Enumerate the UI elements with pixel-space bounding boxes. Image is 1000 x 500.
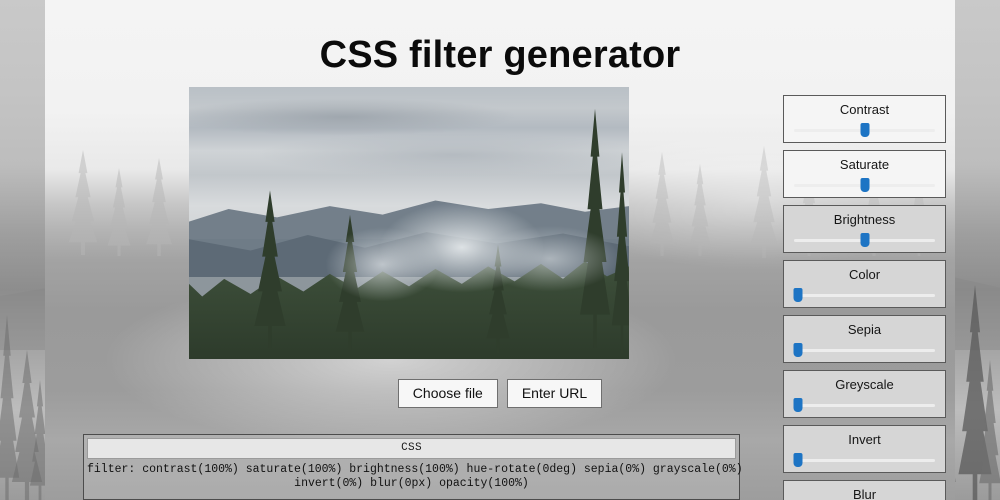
slider-thumb[interactable] [860,233,869,247]
slider-panel-contrast[interactable]: Contrast [783,95,946,143]
slider-thumb[interactable] [793,288,803,302]
slider-thumb[interactable] [860,123,869,137]
slider-label: Blur [852,487,877,500]
enter-url-button[interactable]: Enter URL [506,379,603,408]
slider-track[interactable] [794,404,935,407]
slider-panel-brightness[interactable]: Brightness [783,205,946,253]
slider-track-wrap[interactable] [792,343,937,357]
slider-panel-greyscale[interactable]: Greyscale [783,370,946,418]
slider-panel-color[interactable]: Color [783,260,946,308]
css-output-text: filter: contrast(100%) saturate(100%) br… [87,459,743,491]
slider-label: Color [848,267,881,282]
slider-track[interactable] [794,459,935,462]
slider-label: Brightness [833,212,896,227]
sheet-tree [68,150,98,255]
slider-track-wrap[interactable] [792,288,937,302]
sheet-tree [750,146,778,258]
slider-thumb[interactable] [793,453,803,467]
slider-track-wrap[interactable] [792,123,937,137]
css-output-line-2: invert(0%) blur(0px) opacity(100%) [294,477,529,490]
choose-file-button[interactable]: Choose file [397,379,498,408]
slider-panel-sepia[interactable]: Sepia [783,315,946,363]
css-output-line-1: filter: contrast(100%) saturate(100%) br… [87,463,743,476]
css-output-box[interactable]: CSS filter: contrast(100%) saturate(100%… [83,434,743,500]
slider-track[interactable] [794,294,935,297]
app-page: CSS filter generator Choose file Enter U… [0,0,1000,500]
slider-thumb[interactable] [793,398,803,412]
slider-label: Invert [848,432,881,447]
slider-track-wrap[interactable] [792,233,937,247]
sheet-tree [107,168,131,256]
sheet-tree [146,158,172,256]
photo-cloud [255,133,629,177]
slider-panel-blur[interactable]: Blur [783,480,946,500]
page-title: CSS filter generator [319,34,681,76]
slider-track-wrap[interactable] [792,453,937,467]
sheet-tree [649,152,675,256]
photo-mist [189,195,629,311]
sheet-tree [689,164,711,256]
slider-label: Sepia [847,322,882,337]
slider-panel-invert[interactable]: Invert [783,425,946,473]
preview-image[interactable] [189,87,629,359]
slider-track[interactable] [794,349,935,352]
slider-label: Saturate [839,157,890,172]
slider-label: Contrast [839,102,890,117]
photo-cloud [189,97,519,136]
slider-track-wrap[interactable] [792,178,937,192]
slider-label: Greyscale [835,377,894,392]
slider-thumb[interactable] [860,178,869,192]
slider-panel-saturate[interactable]: Saturate [783,150,946,198]
slider-track-wrap[interactable] [792,398,937,412]
filter-sliders-panel: Contrast Saturate Brightness Color Sepia Grey… [783,95,946,500]
slider-thumb[interactable] [793,343,803,357]
css-output-header: CSS [87,438,736,459]
